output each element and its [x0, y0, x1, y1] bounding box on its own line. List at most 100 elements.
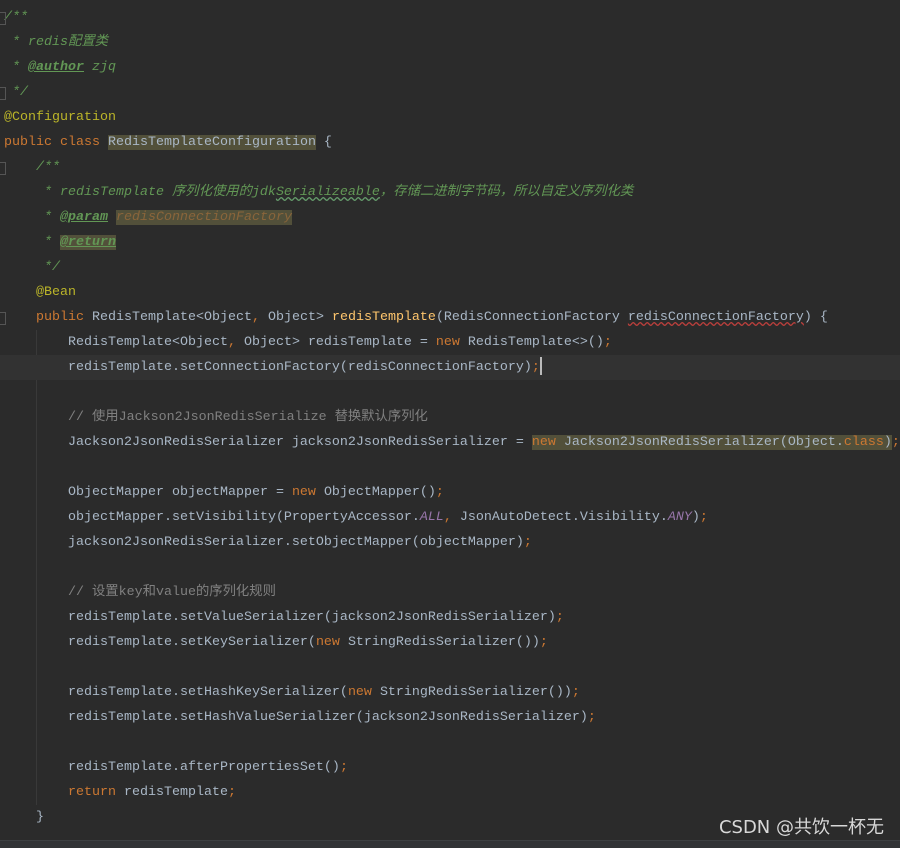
- code-line[interactable]: ObjectMapper objectMapper = new ObjectMa…: [0, 480, 900, 505]
- code-token: *: [4, 210, 60, 225]
- code-token: */: [4, 260, 60, 275]
- code-token: @Configuration: [4, 110, 116, 125]
- code-line[interactable]: [0, 655, 900, 680]
- code-token: JsonAutoDetect.Visibility.: [459, 510, 668, 525]
- code-token: ;: [531, 360, 540, 375]
- code-token: ) {: [803, 310, 828, 325]
- code-line[interactable]: */: [0, 255, 900, 280]
- code-token: ObjectMapper objectMapper =: [4, 485, 292, 500]
- code-token: redisTemplate.setHashKeySerializer(: [4, 685, 348, 700]
- code-token: new: [531, 435, 564, 450]
- code-token: ;: [587, 710, 596, 725]
- code-token: ,: [443, 510, 460, 525]
- code-token: class: [843, 435, 884, 450]
- code-line[interactable]: * redisTemplate 序列化使用的jdkSerializeable，存…: [0, 180, 900, 205]
- code-line[interactable]: redisTemplate.setKeySerializer(new Strin…: [0, 630, 900, 655]
- code-token: ;: [435, 485, 444, 500]
- code-token: @return: [60, 235, 116, 250]
- code-line[interactable]: // 使用Jackson2JsonRedisSerialize 替换默认序列化: [0, 405, 900, 430]
- code-token: /**: [4, 10, 28, 25]
- code-token: Serializeable: [275, 185, 380, 200]
- code-token: *: [4, 60, 28, 75]
- code-token: new: [315, 635, 348, 650]
- code-token: Object> redisTemplate =: [243, 335, 436, 350]
- code-token: ;: [603, 335, 612, 350]
- code-token: ;: [891, 435, 900, 450]
- code-line[interactable]: return redisTemplate;: [0, 780, 900, 805]
- code-token: new: [347, 685, 380, 700]
- code-token: RedisTemplateConfiguration: [107, 135, 316, 150]
- code-line[interactable]: RedisTemplate<Object, Object> redisTempl…: [0, 330, 900, 355]
- code-token: ALL: [419, 510, 444, 525]
- text-caret: [539, 357, 542, 376]
- code-line[interactable]: Jackson2JsonRedisSerializer jackson2Json…: [0, 430, 900, 455]
- code-line[interactable]: redisTemplate.setConnectionFactory(redis…: [0, 355, 900, 380]
- code-token: ;: [539, 635, 548, 650]
- watermark: CSDN @共饮一杯无: [718, 817, 884, 838]
- code-token: redisConnectionFactory: [627, 310, 804, 325]
- code-token: ,: [251, 310, 268, 325]
- code-line[interactable]: redisTemplate.setHashValueSerializer(jac…: [0, 705, 900, 730]
- code-token: redisTemplate.setKeySerializer(: [4, 635, 316, 650]
- code-token: redisTemplate.setHashValueSerializer(jac…: [4, 710, 588, 725]
- code-token: StringRedisSerializer()): [379, 685, 572, 700]
- fold-marker-icon[interactable]: [0, 312, 6, 325]
- code-token: * redisTemplate 序列化使用的jdk: [4, 185, 276, 200]
- code-line[interactable]: /**: [0, 155, 900, 180]
- code-line[interactable]: */: [0, 80, 900, 105]
- code-token: ;: [227, 785, 236, 800]
- code-token: @Bean: [4, 285, 76, 300]
- code-token: new: [291, 485, 324, 500]
- code-line[interactable]: public RedisTemplate<Object, Object> red…: [0, 305, 900, 330]
- code-token: zjq: [84, 60, 116, 75]
- code-token: @author: [28, 60, 84, 75]
- fold-marker-icon[interactable]: [0, 12, 6, 25]
- code-token: jackson2JsonRedisSerializer.setObjectMap…: [4, 535, 524, 550]
- code-line[interactable]: [0, 730, 900, 755]
- code-line[interactable]: objectMapper.setVisibility(PropertyAcces…: [0, 505, 900, 530]
- code-editor[interactable]: /** * redis配置类 * @author zjq */ @Configur…: [0, 5, 900, 830]
- code-line[interactable]: * @author zjq: [0, 55, 900, 80]
- code-token: ANY: [667, 510, 692, 525]
- code-line[interactable]: * @return: [0, 230, 900, 255]
- code-line[interactable]: // 设置key和value的序列化规则: [0, 580, 900, 605]
- code-token: {: [315, 135, 332, 150]
- code-token: }: [4, 810, 44, 825]
- code-line[interactable]: [0, 455, 900, 480]
- fold-marker-icon[interactable]: [0, 162, 6, 175]
- code-token: (RedisConnectionFactory: [435, 310, 628, 325]
- code-line[interactable]: @Configuration: [0, 105, 900, 130]
- code-line[interactable]: * @param redisConnectionFactory: [0, 205, 900, 230]
- code-line[interactable]: redisTemplate.setValueSerializer(jackson…: [0, 605, 900, 630]
- code-token: return: [4, 785, 124, 800]
- code-line[interactable]: @Bean: [0, 280, 900, 305]
- code-token: Jackson2JsonRedisSerializer(Object.: [563, 435, 844, 450]
- code-line[interactable]: [0, 555, 900, 580]
- fold-marker-icon[interactable]: [0, 87, 6, 100]
- code-line[interactable]: redisTemplate.afterPropertiesSet();: [0, 755, 900, 780]
- code-token: // 设置key和value的序列化规则: [4, 585, 276, 600]
- code-token: objectMapper.setVisibility(PropertyAcces…: [4, 510, 420, 525]
- code-token: redisTemplate.setConnectionFactory(redis…: [4, 360, 532, 375]
- code-token: ;: [699, 510, 708, 525]
- code-token: Jackson2JsonRedisSerializer jackson2Json…: [4, 435, 532, 450]
- code-line[interactable]: jackson2JsonRedisSerializer.setObjectMap…: [0, 530, 900, 555]
- code-token: RedisTemplate<Object: [4, 335, 228, 350]
- code-line[interactable]: * redis配置类: [0, 30, 900, 55]
- code-token: redisConnectionFactory: [116, 210, 292, 225]
- code-line[interactable]: redisTemplate.setHashKeySerializer(new S…: [0, 680, 900, 705]
- code-token: */: [4, 85, 28, 100]
- code-token: RedisTemplate<Object: [91, 310, 252, 325]
- code-token: ，存储二进制字节码，所以自定义序列化类: [379, 185, 634, 200]
- code-line[interactable]: public class RedisTemplateConfiguration …: [0, 130, 900, 155]
- code-line[interactable]: [0, 380, 900, 405]
- code-token: *: [4, 235, 60, 250]
- code-token: StringRedisSerializer()): [347, 635, 540, 650]
- code-token: ;: [571, 685, 580, 700]
- code-token: ;: [339, 760, 348, 775]
- code-token: ): [883, 435, 892, 450]
- code-token: public class: [4, 135, 108, 150]
- code-token: ObjectMapper(): [323, 485, 436, 500]
- code-token: redisTemplate.afterPropertiesSet(): [4, 760, 340, 775]
- code-line[interactable]: /**: [0, 5, 900, 30]
